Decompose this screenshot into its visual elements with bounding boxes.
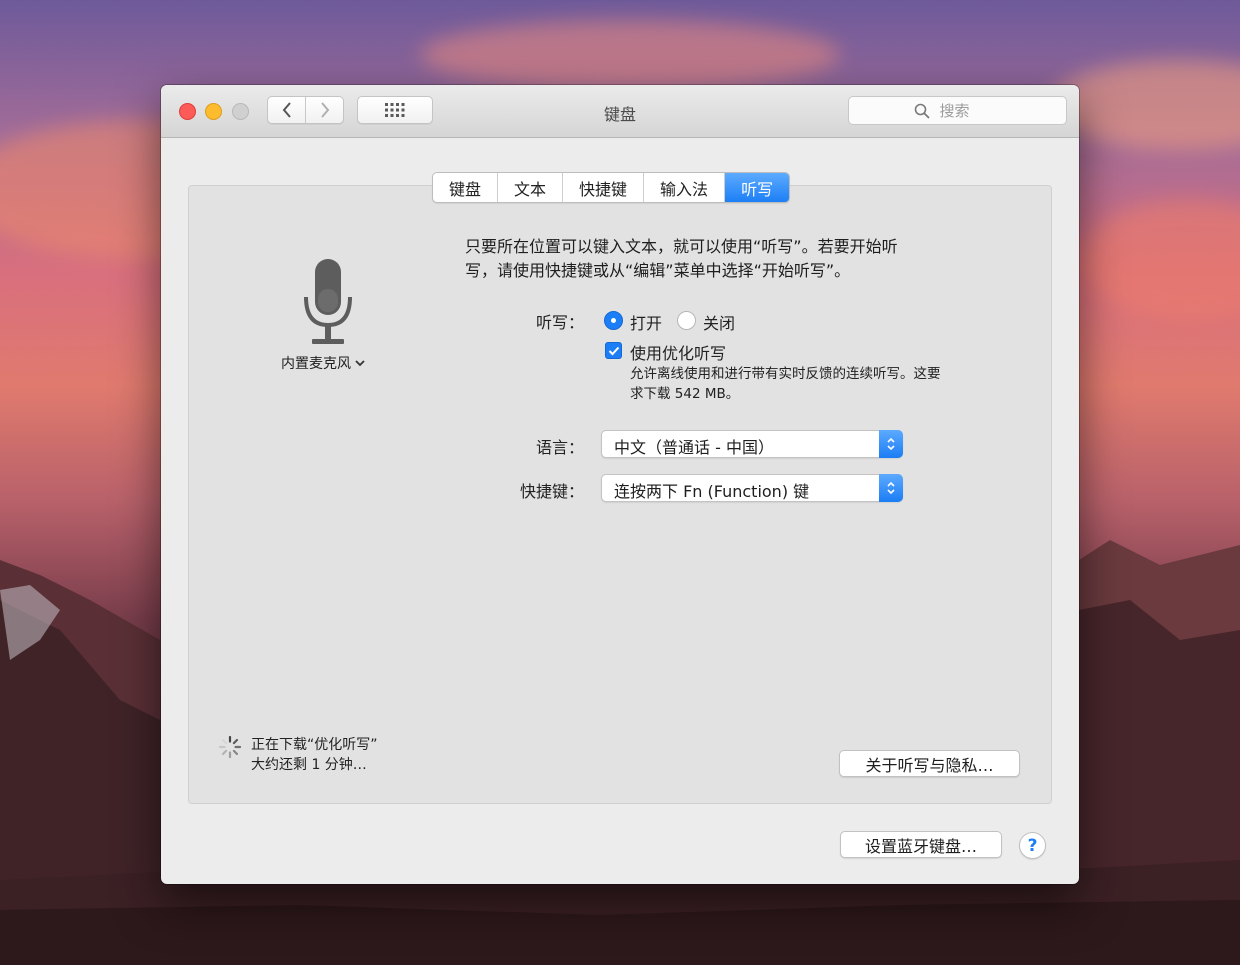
- titlebar: 键盘: [161, 85, 1079, 138]
- download-status: 正在下载“优化听写” 大约还剩 1 分钟…: [251, 735, 378, 775]
- microphone-graphic: [283, 257, 373, 351]
- enhanced-dictation-note: 允许离线使用和进行带有实时反馈的连续听写。这要 求下载 542 MB。: [630, 364, 941, 404]
- enhanced-dictation-checkbox[interactable]: [605, 342, 622, 359]
- language-value: 中文（普通话 - 中国）: [614, 438, 774, 457]
- dictation-privacy-button[interactable]: 关于听写与隐私…: [839, 750, 1020, 777]
- shortcut-value: 连按两下 Fn (Function) 键: [614, 482, 810, 501]
- microphone-icon: [304, 259, 352, 344]
- search-input[interactable]: [937, 100, 1002, 121]
- description-line-2: 写，请使用快捷键或从“编辑”菜单中选择“开始听写”。: [465, 261, 851, 280]
- language-popup[interactable]: 中文（普通话 - 中国）: [601, 430, 903, 458]
- checkmark-icon: [608, 346, 619, 355]
- dictation-description: 只要所在位置可以键入文本，就可以使用“听写”。若要开始听 写，请使用快捷键或从“…: [465, 235, 975, 283]
- download-status-line-1: 正在下载“优化听写”: [251, 737, 378, 753]
- search-field[interactable]: [848, 96, 1067, 125]
- enhanced-dictation-label[interactable]: 使用优化听写: [630, 340, 726, 364]
- help-icon: ?: [1027, 835, 1038, 856]
- dictation-on-radio[interactable]: [604, 311, 623, 330]
- tab-text[interactable]: 文本: [498, 173, 564, 202]
- updown-arrows-icon: [879, 474, 903, 502]
- dictation-off-label[interactable]: 关闭: [703, 310, 735, 334]
- tab-input-sources[interactable]: 输入法: [644, 173, 726, 202]
- system-preferences-window: 键盘 键盘 文本 快捷键 输入法 听写 内置麦克风 只要所在位置可以键入文本，就…: [161, 85, 1079, 884]
- setup-bluetooth-keyboard-button[interactable]: 设置蓝牙键盘…: [840, 831, 1002, 858]
- chevron-down-icon: [355, 360, 365, 367]
- dictation-on-label[interactable]: 打开: [630, 310, 662, 334]
- search-icon: [914, 103, 930, 119]
- description-line-1: 只要所在位置可以键入文本，就可以使用“听写”。若要开始听: [465, 237, 898, 256]
- mic-source-selector[interactable]: 内置麦克风: [281, 353, 365, 373]
- tab-bar: 键盘 文本 快捷键 输入法 听写: [432, 172, 791, 203]
- updown-arrows-icon: [879, 430, 903, 458]
- spinner-icon: [218, 735, 242, 759]
- shortcut-popup[interactable]: 连按两下 Fn (Function) 键: [601, 474, 903, 502]
- enhanced-note-line-1: 允许离线使用和进行带有实时反馈的连续听写。这要: [630, 366, 941, 382]
- download-status-line-2: 大约还剩 1 分钟…: [251, 757, 367, 773]
- tab-shortcuts[interactable]: 快捷键: [563, 173, 645, 202]
- help-button[interactable]: ?: [1019, 832, 1046, 859]
- language-label: 语言：: [535, 438, 584, 457]
- mic-source-label: 内置麦克风: [281, 356, 351, 372]
- tab-keyboard[interactable]: 键盘: [433, 173, 499, 202]
- tab-dictation[interactable]: 听写: [725, 173, 790, 202]
- enhanced-note-line-2: 求下载 542 MB。: [630, 386, 740, 402]
- shortcut-label: 快捷键：: [519, 482, 584, 501]
- dictation-label: 听写：: [535, 313, 584, 332]
- dictation-off-radio[interactable]: [677, 311, 696, 330]
